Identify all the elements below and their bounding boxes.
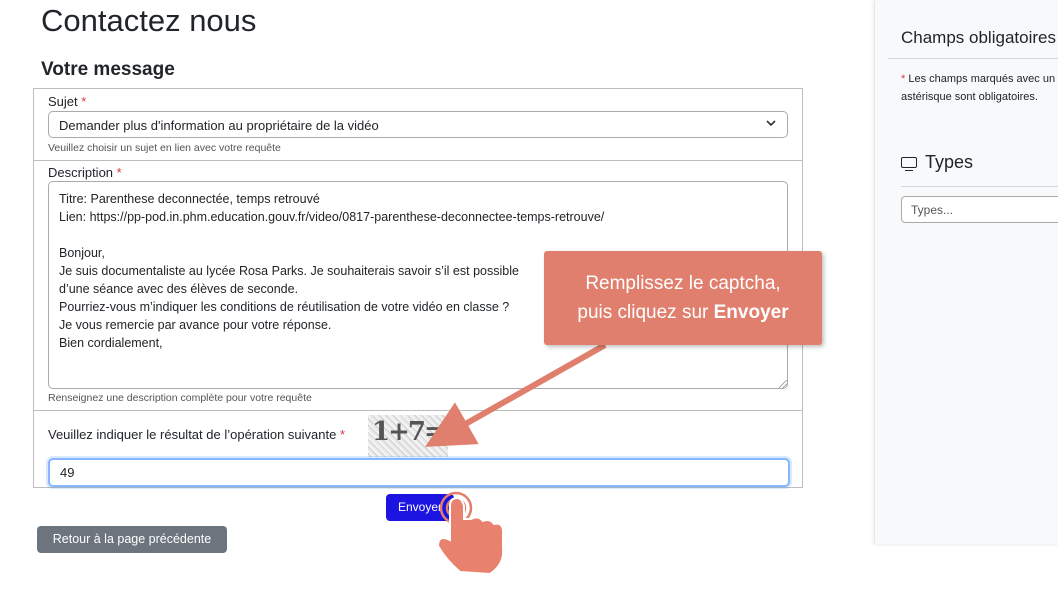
- required-fields-note-text: Les champs marqués avec un astérisque so…: [901, 73, 1056, 103]
- callout-line-1: Remplissez le captcha,: [585, 273, 781, 294]
- types-heading: Types: [901, 152, 973, 173]
- types-filter-input[interactable]: Types...: [901, 196, 1058, 223]
- required-asterisk: *: [339, 427, 346, 442]
- callout-line-2: puis cliquez sur Envoyer: [544, 298, 822, 327]
- subject-label-text: Sujet: [48, 94, 78, 109]
- types-title: Types: [925, 152, 974, 172]
- divider: [34, 410, 802, 411]
- captcha-label-text: Veuillez indiquer le résultat de l’opéra…: [48, 427, 337, 442]
- required-asterisk: *: [116, 165, 122, 180]
- captcha-image: 1+7=: [368, 415, 448, 457]
- divider: [901, 186, 1058, 187]
- resize-handle-icon[interactable]: [779, 380, 787, 388]
- callout-line-2-text: puis cliquez sur: [577, 302, 709, 323]
- required-asterisk: *: [901, 73, 906, 85]
- captcha-label: Veuillez indiquer le résultat de l’opéra…: [48, 427, 345, 442]
- subject-hint: Veuillez choisir un sujet en lien avec v…: [48, 142, 281, 154]
- divider: [888, 58, 1058, 59]
- subject-select-value: Demander plus d'information au propriéta…: [59, 118, 379, 133]
- captcha-image-text: 1+7=: [372, 417, 446, 447]
- description-label: Description *: [48, 165, 122, 180]
- required-fields-note: * Les champs marqués avec un astérisque …: [901, 70, 1058, 106]
- chevron-down-icon: [765, 117, 777, 132]
- send-button[interactable]: Envoyer: [386, 494, 454, 521]
- subject-label: Sujet *: [48, 94, 86, 109]
- page-title: Contactez nous: [41, 3, 257, 38]
- callout-line-2-bold: Envoyer: [713, 302, 789, 323]
- divider: [34, 160, 802, 161]
- sidebar: Champs obligatoires * Les champs marqués…: [874, 0, 1058, 544]
- subject-select[interactable]: Demander plus d'information au propriéta…: [48, 111, 788, 138]
- required-fields-title: Champs obligatoires: [901, 28, 1056, 47]
- description-label-text: Description: [48, 165, 114, 180]
- required-asterisk: *: [81, 94, 87, 109]
- monitor-icon: [901, 157, 917, 171]
- section-title: Votre message: [41, 59, 175, 80]
- back-button[interactable]: Retour à la page précédente: [37, 526, 227, 553]
- tutorial-callout: Remplissez le captcha, puis cliquez sur …: [544, 251, 822, 345]
- captcha-input[interactable]: 49: [48, 458, 790, 487]
- description-hint: Renseignez une description complète pour…: [48, 392, 312, 404]
